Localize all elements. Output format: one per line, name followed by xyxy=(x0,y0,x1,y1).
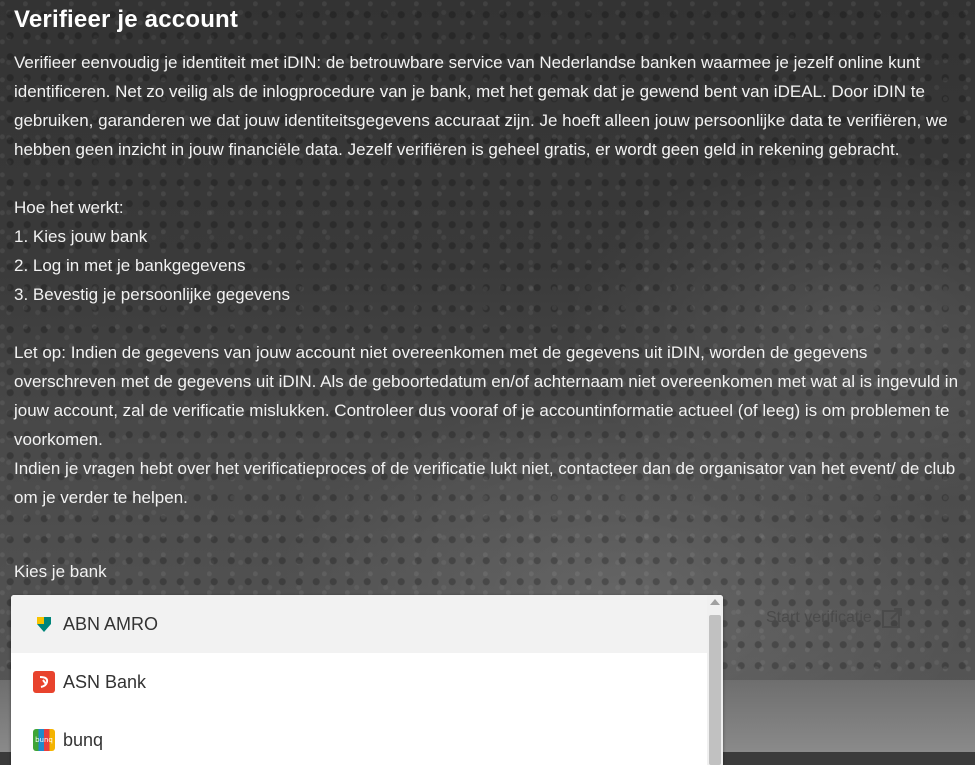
verification-panel: Verifieer je account Verifieer eenvoudig… xyxy=(14,0,964,512)
bunq-logo-icon: bunq xyxy=(33,729,55,751)
bank-option-label: bunq xyxy=(63,729,104,750)
page-title: Verifieer je account xyxy=(14,6,239,33)
bank-option-label: ASN Bank xyxy=(63,671,147,692)
step-item: 2. Log in met je bankgegevens xyxy=(14,256,246,275)
external-link-icon xyxy=(881,608,902,628)
start-verification-label: Start verificatie xyxy=(766,609,872,626)
contact-text: Indien je vragen hebt over het verificat… xyxy=(14,459,956,507)
intro-text: Verifieer eenvoudig je identiteit met iD… xyxy=(14,53,948,159)
abn-amro-logo-icon xyxy=(33,613,55,635)
step-item: 3. Bevestig je persoonlijke gegevens xyxy=(14,285,290,304)
bank-option-abn-amro[interactable]: ABN AMRO xyxy=(11,595,723,653)
scrollbar-thumb[interactable] xyxy=(709,615,721,765)
bank-option-asn-bank[interactable]: ASN Bank xyxy=(11,653,723,711)
how-it-works: Hoe het werkt: 1. Kies jouw bank 2. Log … xyxy=(14,193,964,309)
notice-text: Let op: Indien de gegevens van jouw acco… xyxy=(14,343,959,449)
start-verification-button[interactable]: Start verificatie xyxy=(766,606,904,630)
notice-block: Let op: Indien de gegevens van jouw acco… xyxy=(14,338,964,512)
bunq-logo-text: bunq xyxy=(35,736,53,744)
bank-option-bunq[interactable]: bunq bunq xyxy=(11,711,723,765)
how-it-works-heading: Hoe het werkt: xyxy=(14,198,124,217)
step-item: 1. Kies jouw bank xyxy=(14,227,148,246)
scroll-up-arrow-icon[interactable] xyxy=(710,599,720,605)
bank-select-label: Kies je bank xyxy=(14,562,107,581)
bank-option-label: ABN AMRO xyxy=(63,613,159,634)
bank-select-dropdown[interactable]: ABN AMRO ASN Bank bunq bunq xyxy=(11,595,723,765)
asn-bank-logo-icon xyxy=(33,671,55,693)
dropdown-scrollbar[interactable] xyxy=(707,595,723,765)
